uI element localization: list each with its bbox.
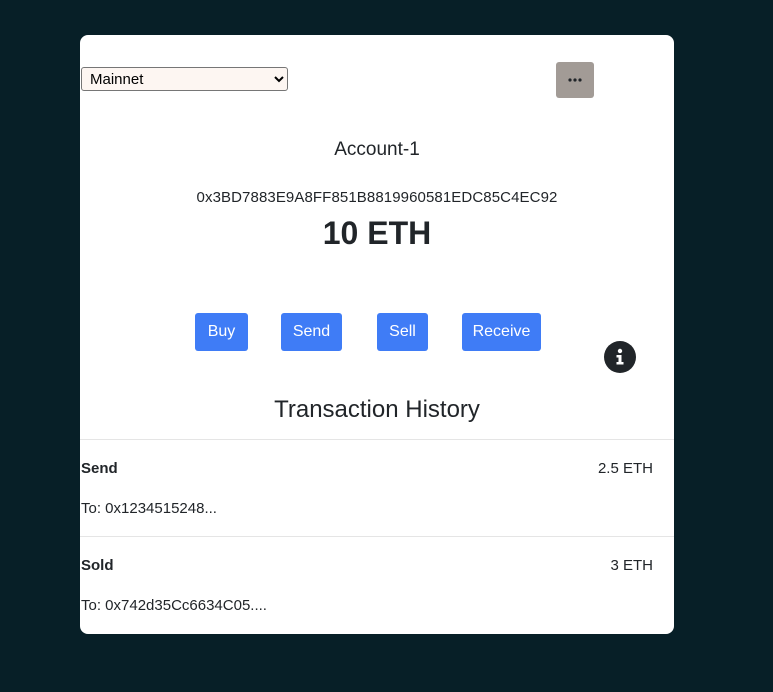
sell-button[interactable]: Sell: [377, 313, 428, 351]
account-address: 0x3BD7883E9A8FF851B8819960581EDC85C4EC92: [196, 189, 558, 206]
account-name: Account-1: [334, 139, 420, 160]
transaction-history-title: Transaction History: [274, 396, 480, 423]
transaction-list: Send 2.5 ETH To: 0x1234515248... Sold 3 …: [80, 439, 674, 633]
transaction-amount: 2.5 ETH: [597, 460, 653, 477]
info-circle-icon[interactable]: [604, 341, 636, 373]
transaction-type: Sold: [81, 557, 114, 574]
wallet-card: Mainnet Account-1 0x3BD7883E9A8FF851B881…: [80, 35, 674, 634]
transaction-amount: 3 ETH: [610, 557, 653, 574]
transaction-item[interactable]: Send 2.5 ETH To: 0x1234515248...: [80, 439, 674, 536]
transaction-recipient: To: 0x742d35Cc6634C05....: [81, 597, 267, 614]
receive-button[interactable]: Receive: [462, 313, 541, 351]
transaction-item[interactable]: Sold 3 ETH To: 0x742d35Cc6634C05....: [80, 536, 674, 633]
buy-button[interactable]: Buy: [195, 313, 248, 351]
account-balance: 10 ETH: [322, 215, 432, 251]
send-button[interactable]: Send: [281, 313, 342, 351]
menu-button[interactable]: [556, 62, 594, 98]
more-horizontal-icon: [568, 78, 582, 82]
transaction-recipient: To: 0x1234515248...: [81, 500, 217, 517]
transaction-type: Send: [81, 460, 118, 477]
network-select[interactable]: Mainnet: [81, 67, 288, 91]
